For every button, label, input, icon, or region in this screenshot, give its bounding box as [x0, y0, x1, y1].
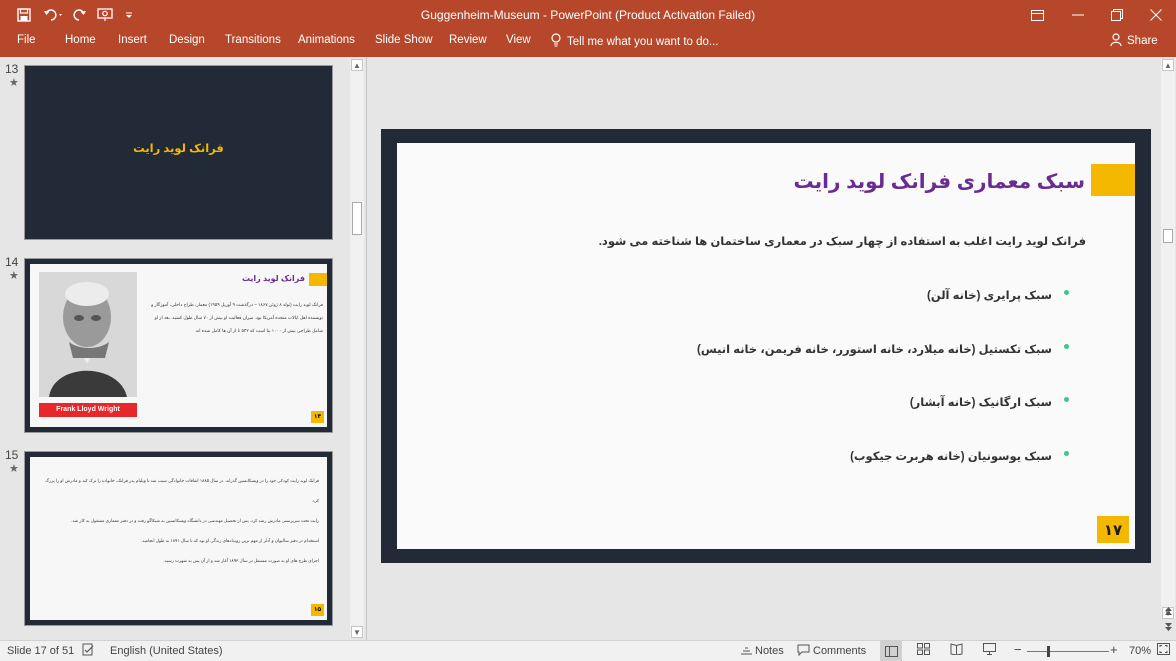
- slide-thumbnail-pane: 13 ★ فرانک لوید رایت 14 ★ Frank Lloyd Wr…: [0, 57, 364, 640]
- customize-icon[interactable]: [120, 0, 138, 30]
- ribbon-tabs: File Home Insert Design Transitions Anim…: [0, 30, 1176, 57]
- slideshow-view-icon[interactable]: [983, 643, 996, 658]
- thumb-page-number: ۱۴: [311, 411, 324, 423]
- scroll-up-arrow-icon[interactable]: ▲: [351, 59, 363, 71]
- slide-editor: سبک معماری فرانک لوید رایت فرانک لوید را…: [381, 129, 1151, 563]
- tab-file[interactable]: File: [17, 34, 36, 46]
- slide-scrollbar[interactable]: ▲ ▼: [1161, 59, 1175, 619]
- thumb-line: استخدام در دفتر سالیوان و آدلر از مهم تر…: [141, 538, 319, 543]
- slide-thumbnail-14[interactable]: Frank Lloyd Wright فرانک لوید رایت فرانک…: [24, 258, 333, 433]
- undo-icon[interactable]: [40, 0, 68, 30]
- tab-review[interactable]: Review: [449, 34, 487, 46]
- tab-slide-show[interactable]: Slide Show: [375, 34, 433, 46]
- thumb-number: 13: [5, 62, 19, 76]
- current-slide[interactable]: سبک معماری فرانک لوید رایت فرانک لوید را…: [397, 143, 1135, 549]
- portrait-image: [39, 272, 137, 397]
- thumb-page-number: ۱۵: [311, 604, 324, 616]
- bullet-item[interactable]: سبک ارگانیک (خانه آبشار): [910, 395, 1052, 409]
- scrollbar-thumb[interactable]: [1163, 229, 1173, 243]
- scroll-down-arrow-icon[interactable]: ▼: [351, 626, 363, 638]
- minimize-button[interactable]: [1058, 0, 1098, 30]
- share-label: Share: [1127, 35, 1158, 47]
- thumb-body: فرانک لوید رایت کودکی خود را در ویسکانسی…: [38, 471, 319, 571]
- bullet-dot: [1064, 397, 1069, 402]
- thumb-line: فرانک لوید رایت (تولد ۸ ژوئن ۱۸۶۷ – درگذ…: [151, 302, 323, 307]
- bullet-item[interactable]: سبک یوسونیان (خانه هربرت جیکوب): [850, 449, 1052, 463]
- thumb-title: فرانک لوید رایت: [241, 274, 305, 283]
- thumb-line: فرانک لوید رایت کودکی خود را در ویسکانسی…: [45, 478, 319, 503]
- spell-check-icon[interactable]: [82, 643, 95, 659]
- pane-divider[interactable]: [366, 57, 367, 640]
- tab-insert[interactable]: Insert: [118, 34, 147, 46]
- bullet-dot: [1064, 344, 1069, 349]
- next-slide-icon[interactable]: [1162, 621, 1174, 633]
- thumb-number: 14: [5, 255, 19, 269]
- tab-home[interactable]: Home: [65, 34, 96, 46]
- slide-page-number: ۱۷: [1097, 516, 1129, 543]
- animation-star-icon: ★: [9, 270, 19, 282]
- thumb-line: شامل طراحی بیش از ۱۰۰۰ بنا است که ۵۳۲ تا…: [194, 328, 323, 333]
- person-icon: [1110, 33, 1122, 49]
- slide-counter: Slide 17 of 51: [7, 645, 75, 657]
- language-indicator[interactable]: English (United States): [110, 645, 223, 657]
- zoom-slider[interactable]: [1027, 651, 1109, 652]
- zoom-level[interactable]: 70%: [1129, 645, 1151, 657]
- thumb-accent-block: [309, 273, 327, 286]
- thumb-body: فرانک لوید رایت (تولد ۸ ژوئن ۱۸۶۷ – درگذ…: [147, 298, 323, 337]
- window-title: Guggenheim-Museum - PowerPoint (Product …: [420, 8, 756, 22]
- tab-design[interactable]: Design: [169, 34, 205, 46]
- reading-view-icon[interactable]: [950, 643, 963, 658]
- present-from-beginning-icon[interactable]: [94, 0, 116, 30]
- tell-me-text: Tell me what you want to do...: [567, 35, 719, 48]
- share-button[interactable]: Share: [1110, 33, 1158, 49]
- slide-sorter-view-icon[interactable]: [917, 643, 930, 658]
- comments-button[interactable]: Comments: [813, 645, 866, 657]
- bullet-dot: [1064, 290, 1069, 295]
- zoom-slider-thumb[interactable]: [1047, 646, 1050, 657]
- bullet-item[interactable]: سبک تکستیل (خانه میلارد، خانه استورر، خا…: [697, 342, 1052, 356]
- thumb-line: رایت تحت سرپرستی مادرش رشد کرد. پس از تح…: [71, 518, 319, 523]
- animation-star-icon: ★: [9, 463, 19, 475]
- slide-title[interactable]: سبک معماری فرانک لوید رایت: [793, 169, 1085, 194]
- bullet-dot: [1064, 451, 1069, 456]
- close-button[interactable]: [1136, 0, 1176, 30]
- zoom-out-button[interactable]: −: [1014, 642, 1022, 657]
- animation-star-icon: ★: [9, 77, 19, 89]
- normal-view-icon[interactable]: [880, 641, 902, 661]
- slide-intro[interactable]: فرانک لوید رایت اغلب به استفاده از چهار …: [599, 234, 1086, 248]
- thumb-title: فرانک لوید رایت: [133, 143, 224, 155]
- thumb-line: اجرای طرح های او به صورت مستقل در سال ۱۸…: [163, 558, 319, 563]
- tell-me-box[interactable]: Tell me what you want to do...: [551, 33, 719, 50]
- tab-transitions[interactable]: Transitions: [225, 34, 281, 46]
- portrait-caption: Frank Lloyd Wright: [39, 403, 137, 417]
- slide-thumbnail-13[interactable]: فرانک لوید رایت: [24, 65, 333, 240]
- tab-animations[interactable]: Animations: [298, 34, 355, 46]
- fit-slide-icon[interactable]: [1157, 643, 1170, 658]
- tab-view[interactable]: View: [506, 34, 531, 46]
- thumb-line: نویسنده اهل ایالات متحده آمریکا بود. میز…: [154, 315, 323, 320]
- lightbulb-icon: [551, 33, 561, 50]
- thumbnail-scrollbar[interactable]: ▲ ▼: [350, 59, 364, 638]
- zoom-in-button[interactable]: +: [1110, 642, 1118, 657]
- comment-icon[interactable]: [797, 643, 810, 659]
- redo-icon[interactable]: [70, 0, 90, 30]
- scrollbar-thumb[interactable]: [352, 202, 362, 235]
- save-icon[interactable]: [12, 0, 36, 30]
- ribbon-display-options-button[interactable]: [1017, 0, 1057, 30]
- previous-slide-icon[interactable]: [1162, 605, 1174, 617]
- scroll-up-arrow-icon[interactable]: ▲: [1162, 59, 1174, 71]
- title-accent-block: [1091, 164, 1135, 196]
- notes-icon[interactable]: [740, 643, 753, 659]
- status-bar: Slide 17 of 51 English (United States) N…: [0, 640, 1176, 661]
- bullet-item[interactable]: سبک پرایری (خانه آلن): [927, 288, 1052, 302]
- thumb-number: 15: [5, 448, 19, 462]
- notes-button[interactable]: Notes: [755, 645, 784, 657]
- slide-thumbnail-15[interactable]: فرانک لوید رایت کودکی خود را در ویسکانسی…: [24, 451, 333, 626]
- title-bar: Guggenheim-Museum - PowerPoint (Product …: [0, 0, 1176, 30]
- restore-button[interactable]: [1097, 0, 1137, 30]
